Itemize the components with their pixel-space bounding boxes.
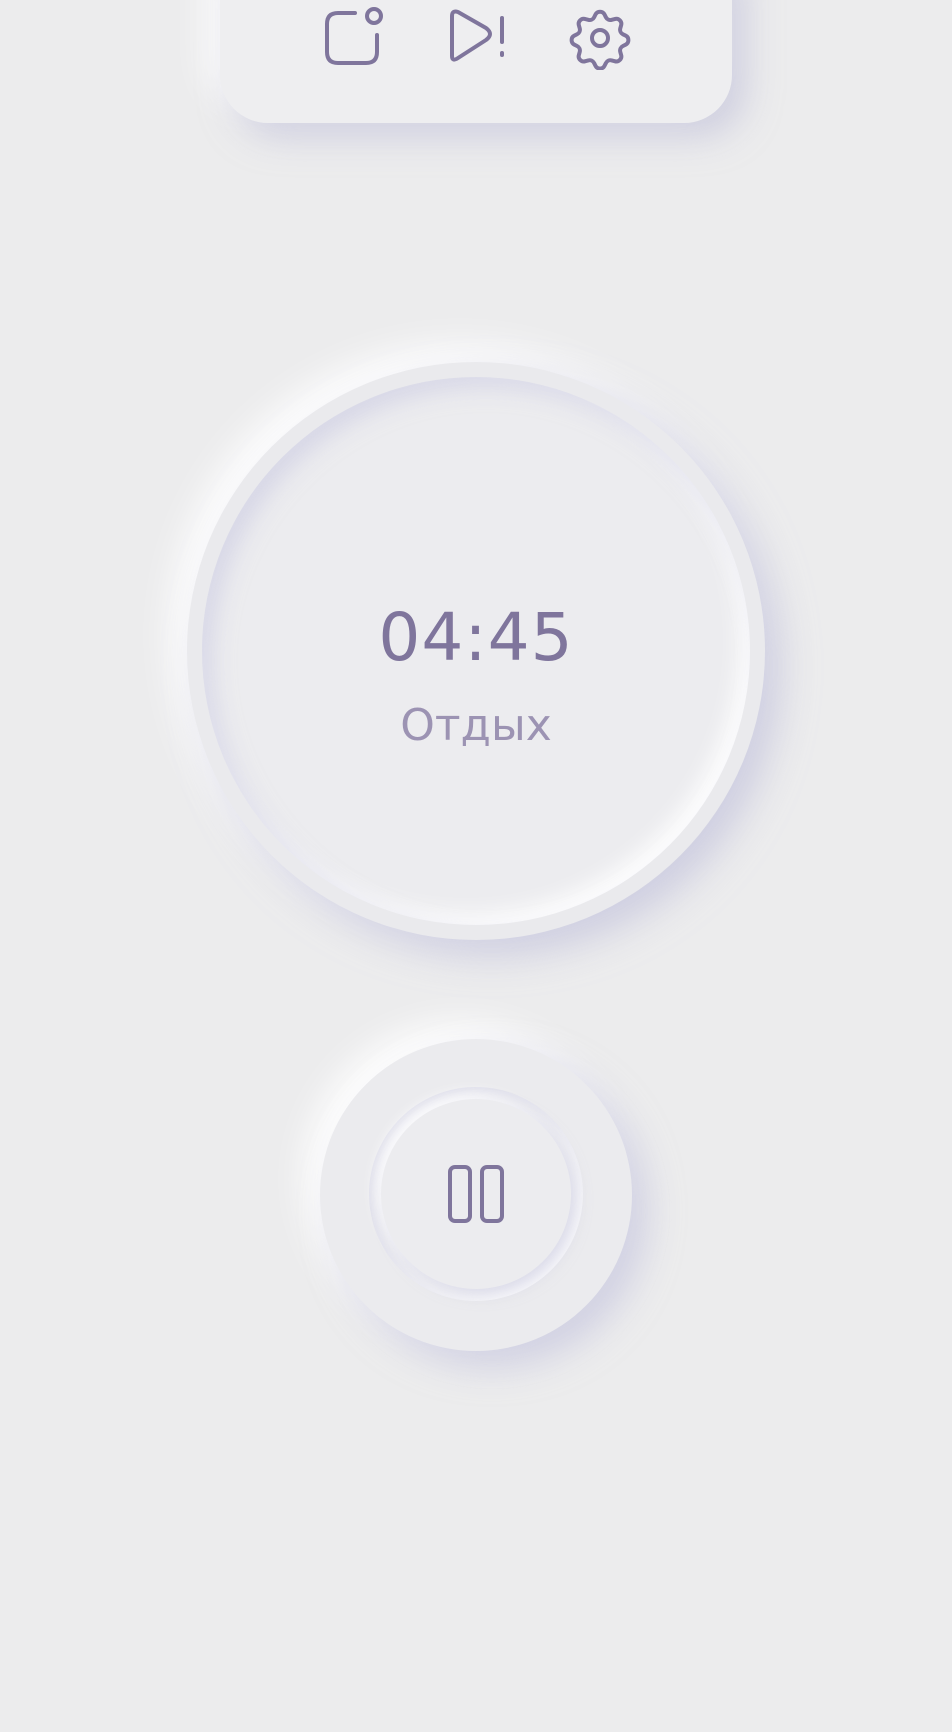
pause-icon — [448, 1165, 504, 1223]
timer-mode-label: Отдых — [400, 700, 552, 751]
timer-dial: 04:45 Отдых — [187, 362, 765, 940]
timer-dial-face: 04:45 Отдых — [202, 377, 750, 925]
pause-ring — [369, 1087, 583, 1301]
timer-time: 04:45 — [378, 599, 574, 676]
gear-icon — [569, 9, 631, 70]
notes-button[interactable] — [314, 0, 390, 76]
settings-button[interactable] — [562, 0, 638, 76]
top-toolbar — [220, 0, 732, 123]
play-alert-button[interactable] — [438, 0, 514, 76]
pause-control — [320, 1039, 632, 1351]
pause-button[interactable] — [381, 1099, 571, 1289]
play-alert-icon — [450, 9, 504, 62]
notes-icon — [325, 7, 383, 65]
